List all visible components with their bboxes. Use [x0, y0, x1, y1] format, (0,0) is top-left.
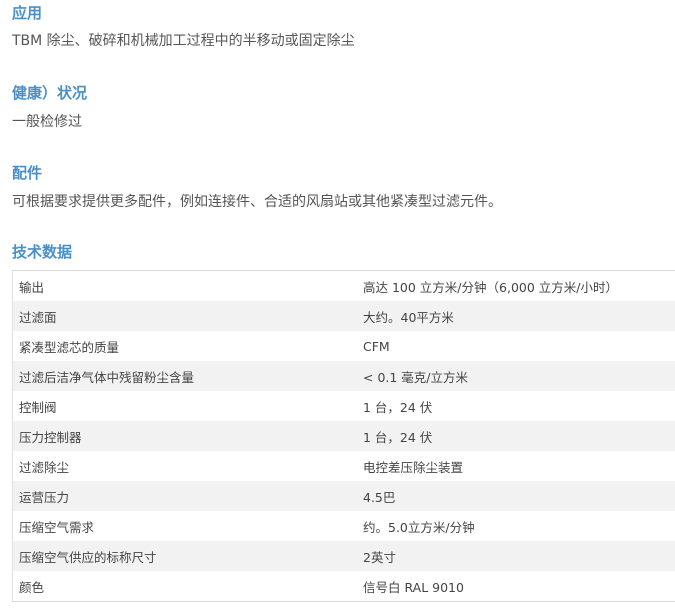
- spec-value: 高达 100 立方米/分钟（6,000 立方米/小时）: [357, 271, 675, 301]
- spec-value: 2英寸: [357, 541, 675, 571]
- table-row: 紧凑型滤芯的质量 CFM: [13, 331, 675, 361]
- spec-key: 压缩空气需求: [13, 511, 357, 541]
- table-row: 控制阀 1 台，24 伏: [13, 391, 675, 421]
- spec-value: 约。5.0立方米/分钟: [357, 511, 675, 541]
- table-row: 颜色 信号白 RAL 9010: [13, 571, 675, 601]
- section-text-condition: 一般检修过: [12, 114, 82, 130]
- section-heading-tech-data: 技术数据: [12, 243, 73, 261]
- spec-key: 颜色: [13, 571, 357, 601]
- spec-value: 大约。40平方米: [357, 301, 675, 331]
- section-text-accessories: 可根据要求提供更多配件，例如连接件、合适的风扇站或其他紧凑型过滤元件。: [12, 194, 502, 210]
- table-row: 压缩空气供应的标称尺寸 2英寸: [13, 541, 675, 571]
- spec-value: 1 台，24 伏: [357, 391, 675, 421]
- spec-value: CFM: [357, 331, 675, 361]
- spec-key: 过滤除尘: [13, 451, 357, 481]
- table-row: 过滤除尘 电控差压除尘装置: [13, 451, 675, 481]
- table-row: 过滤后洁净气体中残留粉尘含量 < 0.1 毫克/立方米: [13, 361, 675, 391]
- spec-key: 输出: [13, 271, 357, 301]
- spec-value: 1 台，24 伏: [357, 421, 675, 451]
- table-row: 运营压力 4.5巴: [13, 481, 675, 511]
- table-row: 输出 高达 100 立方米/分钟（6,000 立方米/小时）: [13, 271, 675, 301]
- section-heading-application: 应用: [12, 4, 43, 22]
- table-row: 压力控制器 1 台，24 伏: [13, 421, 675, 451]
- spec-key: 过滤面: [13, 301, 357, 331]
- table-row: 压缩空气需求 约。5.0立方米/分钟: [13, 511, 675, 541]
- section-heading-accessories: 配件: [12, 164, 43, 182]
- spec-key: 紧凑型滤芯的质量: [13, 331, 357, 361]
- section-text-application: TBM 除尘、破碎和机械加工过程中的半移动或固定除尘: [12, 33, 355, 49]
- spec-key: 过滤后洁净气体中残留粉尘含量: [13, 361, 357, 391]
- spec-key: 控制阀: [13, 391, 357, 421]
- spec-value: 4.5巴: [357, 481, 675, 511]
- section-heading-condition: 健康）状况: [12, 84, 88, 102]
- spec-key: 压力控制器: [13, 421, 357, 451]
- spec-value: 信号白 RAL 9010: [357, 571, 675, 601]
- spec-value: 电控差压除尘装置: [357, 451, 675, 481]
- spec-value: < 0.1 毫克/立方米: [357, 361, 675, 391]
- table-row: 过滤面 大约。40平方米: [13, 301, 675, 331]
- spec-key: 压缩空气供应的标称尺寸: [13, 541, 357, 571]
- spec-key: 运营压力: [13, 481, 357, 511]
- spec-table: 输出 高达 100 立方米/分钟（6,000 立方米/小时） 过滤面 大约。40…: [12, 270, 675, 602]
